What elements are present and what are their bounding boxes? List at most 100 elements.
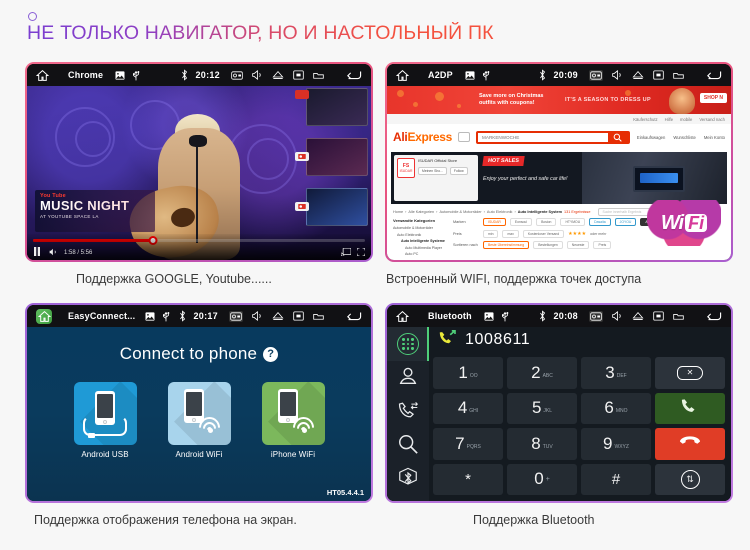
screen-icon[interactable] (293, 311, 304, 321)
bluetooth-icon[interactable] (539, 310, 546, 322)
categories-menu-icon[interactable] (458, 132, 471, 142)
dialpad-key-8[interactable]: 8 TUV (507, 428, 577, 460)
dialpad-key-hash[interactable]: # (581, 463, 651, 495)
breadcrumb-item[interactable]: Alle Kategorien (408, 210, 434, 214)
free-shipping-checkbox[interactable]: Kostenloser Versand (522, 229, 565, 238)
dialer-sidebar[interactable] (387, 327, 429, 501)
store-hero-banner[interactable]: FS ISUDAR ISUDAR Official Store Meinen S… (391, 152, 727, 204)
aliexpress-utility-nav[interactable]: Käuferschutz Hilfe mobile Versand nach (387, 114, 731, 124)
sort-option[interactable]: Neueste (566, 241, 590, 249)
delete-button[interactable]: ✕ (655, 357, 725, 389)
dialpad-key-6[interactable]: 6 MNO (581, 392, 651, 424)
price-min-input[interactable]: min (483, 229, 499, 238)
breadcrumb-item[interactable]: Home (393, 210, 403, 214)
youtube-video-area[interactable]: You Tube MUSIC NIGHT AT YOUTUBE SPACE LA… (27, 86, 371, 260)
brand-chip[interactable]: ISUDAR (483, 218, 506, 226)
sidebar-item[interactable]: Auto Intelligente Systeme (393, 239, 447, 243)
iphone-wifi-icon[interactable] (261, 382, 325, 445)
gallery-icon[interactable] (484, 311, 494, 321)
folder-icon[interactable] (673, 312, 684, 321)
dialpad-key-2[interactable]: 2 ABC (507, 357, 577, 389)
folder-icon[interactable] (313, 312, 324, 321)
dialpad-key-star[interactable]: * (433, 463, 503, 495)
dialpad-key-5[interactable]: 5 JKL (507, 392, 577, 424)
brand-chip[interactable]: Eonsoul (509, 218, 533, 226)
video-thumbnail[interactable] (306, 88, 368, 126)
sidebar-item[interactable]: Automobile & Motorräder (393, 226, 447, 230)
aliexpress-navbar[interactable]: AliExpress Einkaufswagen Wunschliste Mei… (387, 124, 731, 150)
breadcrumb-item[interactable]: Auto Elektronik (487, 210, 513, 214)
eject-icon[interactable] (632, 70, 644, 80)
sidebar-item[interactable]: Auto Multimedia Player (393, 246, 447, 250)
breadcrumb-item[interactable]: Automobile & Motorräder (439, 210, 481, 214)
usb-icon[interactable] (501, 310, 509, 322)
dialpad-key-4[interactable]: 4 GHI (433, 392, 503, 424)
back-icon[interactable] (705, 310, 722, 322)
usb-icon[interactable] (482, 69, 490, 81)
aliexpress-page[interactable]: Save more on Christmas outfits with coup… (387, 86, 731, 260)
camera-icon[interactable] (589, 69, 603, 81)
aliexpress-logo[interactable]: AliExpress (393, 130, 452, 144)
sort-option[interactable]: Preis (593, 241, 612, 249)
camera-icon[interactable] (231, 70, 243, 80)
search-input[interactable] (478, 134, 608, 140)
android-usb-icon[interactable] (73, 382, 137, 445)
cast-icon[interactable] (341, 248, 351, 256)
bluetooth-icon[interactable] (181, 69, 188, 81)
gallery-icon[interactable] (465, 70, 475, 80)
visit-store-button[interactable]: Meinen Sho... (418, 167, 447, 175)
cart-icon[interactable]: Einkaufswagen (637, 135, 665, 140)
brand-chip[interactable]: HTYMOU (560, 218, 586, 226)
brand-chip[interactable]: JOYOU (614, 218, 637, 226)
back-icon[interactable] (345, 310, 362, 322)
hangup-button[interactable] (655, 428, 725, 460)
camera-icon[interactable] (229, 310, 243, 322)
pause-button[interactable] (33, 247, 41, 256)
dialpad-key-9[interactable]: 9 WXYZ (581, 428, 651, 460)
dialpad-key-3[interactable]: 3 DEF (581, 357, 651, 389)
sidebar-item[interactable]: Auto PC (393, 252, 447, 256)
brand-chip[interactable]: Bosion (536, 218, 557, 226)
sort-option[interactable]: Bestellungen (533, 241, 563, 249)
video-thumbnail[interactable] (306, 138, 368, 176)
video-thumbnail[interactable] (306, 188, 368, 226)
account-icon[interactable]: Mein Konto (704, 135, 725, 140)
call-button[interactable] (655, 392, 725, 424)
utility-link[interactable]: Versand nach (699, 117, 725, 122)
dialpad-key-0[interactable]: 0 + (507, 463, 577, 495)
sidebar-item-contacts[interactable] (387, 361, 429, 395)
eject-icon[interactable] (632, 311, 644, 321)
store-card[interactable]: FS ISUDAR ISUDAR Official Store Meinen S… (394, 155, 478, 201)
fullscreen-icon[interactable] (357, 248, 365, 256)
tile-android-usb[interactable]: Android USB (73, 382, 137, 459)
follow-store-button[interactable]: Follow (449, 167, 468, 175)
bluetooth-icon[interactable] (179, 310, 186, 322)
volume-icon[interactable] (252, 311, 263, 321)
usb-icon[interactable] (162, 310, 170, 322)
utility-link[interactable]: mobile (680, 117, 692, 122)
brand-chip[interactable]: Dasaita (589, 218, 611, 226)
utility-link[interactable]: Käuferschutz (633, 117, 657, 122)
search-bar[interactable] (476, 130, 630, 144)
player-volume-icon[interactable] (49, 248, 58, 256)
gallery-icon[interactable] (145, 311, 155, 321)
sort-option[interactable]: Beste Übereinstimmung (483, 241, 530, 249)
category-sidebar[interactable]: Verwandte Kategorien Automobile & Motorr… (393, 218, 447, 259)
price-max-input[interactable]: max (502, 229, 519, 238)
video-controls-bar[interactable]: 1:58 / 5:56 (27, 234, 371, 260)
help-icon[interactable]: ? (263, 346, 279, 362)
screen-icon[interactable] (653, 70, 664, 80)
tile-android-wifi[interactable]: Android WiFi (167, 382, 231, 459)
sidebar-item-bluetooth[interactable] (387, 463, 429, 497)
transfer-button[interactable]: ⇅ (655, 463, 725, 495)
screen-icon[interactable] (293, 70, 304, 80)
home-icon[interactable] (396, 69, 409, 82)
eject-icon[interactable] (272, 311, 284, 321)
android-wifi-icon[interactable] (167, 382, 231, 445)
home-icon[interactable] (396, 310, 409, 323)
camera-icon[interactable] (589, 310, 603, 322)
folder-icon[interactable] (313, 71, 324, 80)
home-icon[interactable] (36, 308, 52, 324)
sidebar-item-call-history[interactable] (387, 395, 429, 429)
sidebar-item-search[interactable] (387, 429, 429, 463)
